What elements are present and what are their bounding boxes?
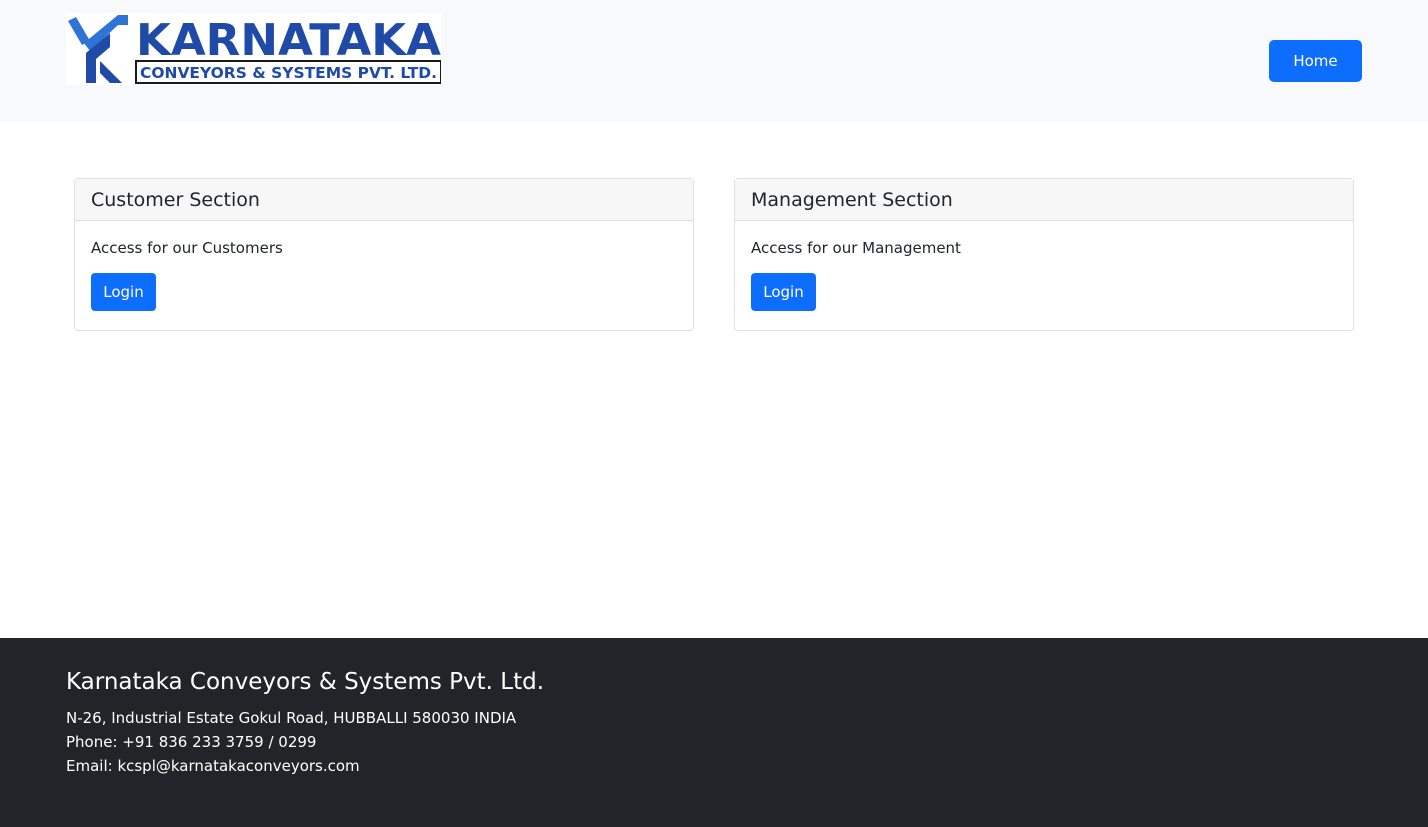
logo-graphic: KARNATAKA CONVEYORS & SYSTEMS PVT. LTD. (68, 15, 441, 84)
management-login-button[interactable]: Login (751, 273, 816, 311)
management-section-header: Management Section (735, 179, 1353, 221)
customer-section-body: Access for our Customers Login (75, 221, 693, 327)
management-section-card: Management Section Access for our Manage… (734, 178, 1354, 331)
footer-address: N-26, Industrial Estate Gokul Road, HUBB… (66, 709, 517, 727)
navbar: KARNATAKA CONVEYORS & SYSTEMS PVT. LTD. … (0, 0, 1428, 122)
footer: Karnataka Conveyors & Systems Pvt. Ltd. … (0, 638, 1428, 827)
customer-section-title: Customer Section (91, 188, 260, 211)
customer-section-card: Customer Section Access for our Customer… (74, 178, 694, 331)
customer-login-button[interactable]: Login (91, 273, 156, 311)
management-section-description: Access for our Management (751, 239, 961, 257)
management-section-title: Management Section (751, 188, 953, 211)
footer-email: Email: kcspl@karnatakaconveyors.com (66, 757, 360, 775)
logo-title: KARNATAKA (136, 15, 441, 66)
footer-company-name: Karnataka Conveyors & Systems Pvt. Ltd. (66, 669, 545, 695)
customer-section-header: Customer Section (75, 179, 693, 221)
company-logo[interactable]: KARNATAKA CONVEYORS & SYSTEMS PVT. LTD. (66, 13, 441, 85)
home-button[interactable]: Home (1269, 40, 1362, 82)
management-section-body: Access for our Management Login (735, 221, 1353, 327)
footer-phone: Phone: +91 836 233 3759 / 0299 (66, 733, 317, 751)
logo-subtitle: CONVEYORS & SYSTEMS PVT. LTD. (140, 64, 437, 82)
customer-section-description: Access for our Customers (91, 239, 283, 257)
logo-arrow-foot (100, 61, 122, 83)
